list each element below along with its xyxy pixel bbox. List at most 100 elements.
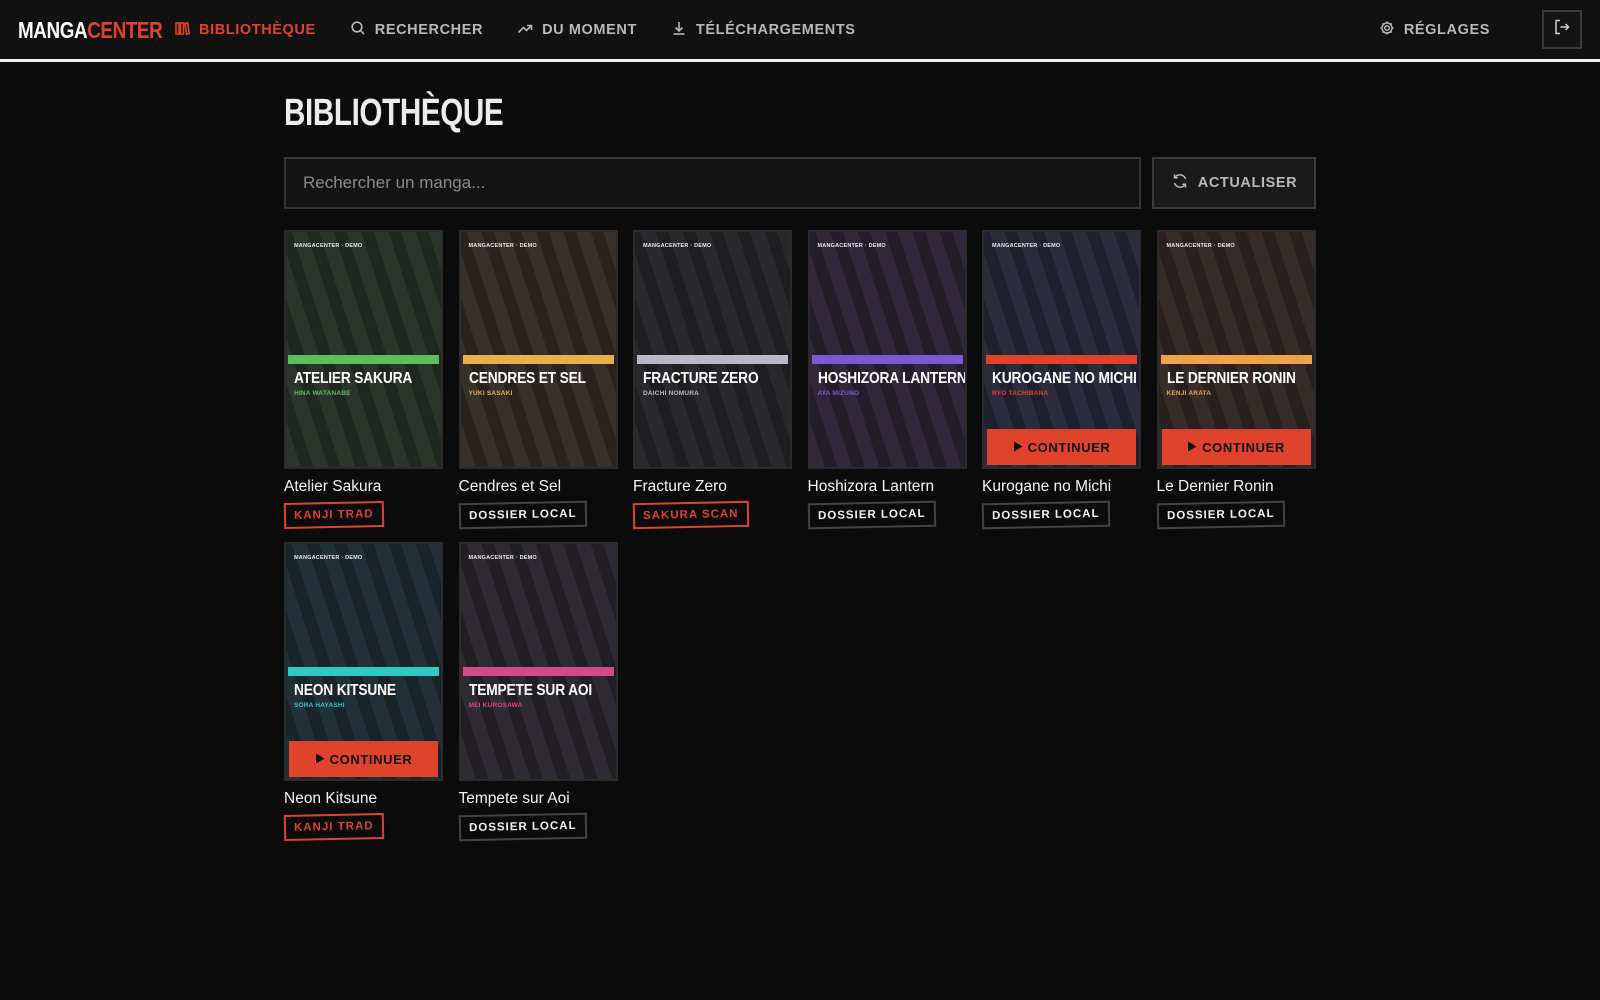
manga-title[interactable]: Neon Kitsune [284, 790, 443, 808]
cover-pattern [809, 232, 965, 467]
cover-author: YUKI SASAKI [468, 390, 513, 397]
search-input[interactable] [284, 157, 1141, 209]
source-badge: DOSSIER LOCAL [981, 500, 1110, 530]
manga-title[interactable]: Fracture Zero [633, 478, 792, 496]
cover-title: KUROGANE NO MICHI [992, 370, 1137, 387]
cover-accent-bar [288, 667, 439, 676]
trending-icon [517, 20, 533, 40]
logout-icon [1553, 18, 1571, 41]
cover-tag: MANGACENTER · DEMO [294, 243, 363, 249]
cover-author: KENJI ARATA [1166, 390, 1212, 397]
cover-tag: MANGACENTER · DEMO [468, 555, 537, 561]
cover-author: SORA HAYASHI [294, 702, 345, 709]
manga-cover[interactable]: MANGACENTER · DEMO CENDRES ET SEL YUKI S… [458, 230, 618, 469]
cover-title: TEMPETE SUR AOI [468, 682, 592, 699]
manga-cover[interactable]: MANGACENTER · DEMO KUROGANE NO MICHI RYO… [982, 230, 1141, 469]
refresh-icon [1171, 172, 1189, 194]
cover-title: LE DERNIER RONIN [1166, 370, 1296, 387]
cover-accent-bar [1160, 355, 1312, 364]
cover-tag: MANGACENTER · DEMO [1166, 243, 1235, 249]
source-badge: SAKURA SCAN [632, 500, 749, 530]
cover-pattern [286, 232, 441, 467]
cover-accent-bar [986, 355, 1137, 364]
cover-accent-bar [462, 667, 614, 676]
manga-title[interactable]: Hoshizora Lantern [808, 478, 967, 496]
cover-accent-bar [637, 355, 788, 364]
gear-icon [1379, 20, 1395, 40]
nav-right: RÉGLAGES [1379, 0, 1490, 59]
manga-card[interactable]: MANGACENTER · DEMO ATELIER SAKURA HINA W… [283, 230, 443, 530]
source-badge: DOSSIER LOCAL [807, 500, 936, 530]
cover-tag: MANGACENTER · DEMO [817, 243, 886, 249]
source-badge: DOSSIER LOCAL [458, 500, 587, 530]
cover-author: RYO TACHIBANA [992, 390, 1049, 397]
manga-grid: MANGACENTER · DEMO ATELIER SAKURA HINA W… [283, 230, 1318, 842]
cover-accent-bar [811, 355, 963, 364]
cover-accent-bar [288, 355, 439, 364]
source-badge: DOSSIER LOCAL [1156, 500, 1285, 530]
manga-card[interactable]: MANGACENTER · DEMO NEON KITSUNE SORA HAY… [283, 542, 443, 842]
cover-title: ATELIER SAKURA [294, 370, 413, 387]
cover-tag: MANGACENTER · DEMO [643, 243, 712, 249]
cover-title: FRACTURE ZERO [643, 370, 759, 387]
cover-pattern [460, 232, 616, 467]
play-icon [1187, 440, 1197, 455]
nav-label: TÉLÉCHARGEMENTS [695, 21, 856, 38]
continue-label: CONTINUER [1027, 439, 1111, 455]
nav-item-bibliotheque[interactable]: BIBLIOTHÈQUE [174, 20, 316, 40]
download-icon [671, 20, 687, 40]
nav-item-telechargements[interactable]: TÉLÉCHARGEMENTS [671, 20, 856, 40]
cover-tag: MANGACENTER · DEMO [992, 243, 1061, 249]
continue-button[interactable]: CONTINUER [987, 429, 1136, 465]
manga-cover[interactable]: MANGACENTER · DEMO TEMPETE SUR AOI MEI K… [458, 542, 618, 781]
nav-label: RÉGLAGES [1403, 21, 1490, 38]
continue-button[interactable]: CONTINUER [289, 741, 438, 777]
play-icon [315, 752, 325, 767]
source-badge: KANJI TRAD [283, 500, 384, 530]
nav-label: BIBLIOTHÈQUE [199, 21, 316, 38]
manga-title[interactable]: Atelier Sakura [284, 478, 443, 496]
manga-card[interactable]: MANGACENTER · DEMO TEMPETE SUR AOI MEI K… [458, 542, 618, 842]
source-badge: DOSSIER LOCAL [458, 812, 587, 842]
manga-card[interactable]: MANGACENTER · DEMO CENDRES ET SEL YUKI S… [458, 230, 618, 530]
manga-title[interactable]: Tempete sur Aoi [459, 790, 618, 808]
refresh-button[interactable]: ACTUALISER [1152, 157, 1316, 209]
source-badge: KANJI TRAD [283, 812, 384, 842]
manga-card[interactable]: MANGACENTER · DEMO HOSHIZORA LANTERN AYA… [807, 230, 967, 530]
app-logo[interactable]: MANGACENTER [18, 16, 163, 44]
continue-button[interactable]: CONTINUER [1161, 429, 1311, 465]
cover-author: HINA WATANABE [294, 390, 351, 397]
play-icon [1013, 440, 1023, 455]
page-title: BIBLIOTHÈQUE [284, 92, 504, 134]
manga-title[interactable]: Le Dernier Ronin [1157, 478, 1316, 496]
cover-author: MEI KUROSAWA [468, 702, 523, 709]
nav-item-du-moment[interactable]: DU MOMENT [517, 20, 637, 40]
nav-item-rechercher[interactable]: RECHERCHER [350, 20, 483, 40]
cover-pattern [460, 544, 616, 779]
logout-button[interactable] [1542, 10, 1582, 49]
nav-item-reglages[interactable]: RÉGLAGES [1379, 20, 1490, 40]
manga-cover[interactable]: MANGACENTER · DEMO FRACTURE ZERO DAICHI … [633, 230, 792, 469]
top-navbar: MANGACENTER BIBLIOTHÈQUE RECHERCHER DU M… [0, 0, 1600, 62]
search-icon [350, 20, 366, 40]
manga-cover[interactable]: MANGACENTER · DEMO LE DERNIER RONIN KENJ… [1156, 230, 1316, 469]
library-icon [174, 20, 191, 40]
manga-cover[interactable]: MANGACENTER · DEMO ATELIER SAKURA HINA W… [284, 230, 443, 469]
manga-card[interactable]: MANGACENTER · DEMO FRACTURE ZERO DAICHI … [632, 230, 792, 530]
manga-card[interactable]: MANGACENTER · DEMO LE DERNIER RONIN KENJ… [1156, 230, 1316, 530]
cover-tag: MANGACENTER · DEMO [468, 243, 537, 249]
cover-title: CENDRES ET SEL [468, 370, 586, 387]
cover-tag: MANGACENTER · DEMO [294, 555, 363, 561]
cover-accent-bar [462, 355, 614, 364]
manga-title[interactable]: Kurogane no Michi [982, 478, 1141, 496]
cover-author: DAICHI NOMURA [643, 390, 700, 397]
cover-title: HOSHIZORA LANTERN [817, 370, 967, 387]
nav-label: RECHERCHER [374, 21, 484, 38]
logo-part-center: CENTER [87, 17, 163, 43]
manga-card[interactable]: MANGACENTER · DEMO KUROGANE NO MICHI RYO… [981, 230, 1141, 530]
continue-label: CONTINUER [1202, 439, 1285, 455]
manga-title[interactable]: Cendres et Sel [459, 478, 618, 496]
manga-cover[interactable]: MANGACENTER · DEMO NEON KITSUNE SORA HAY… [284, 542, 443, 781]
manga-cover[interactable]: MANGACENTER · DEMO HOSHIZORA LANTERN AYA… [807, 230, 967, 469]
refresh-label: ACTUALISER [1197, 175, 1298, 191]
